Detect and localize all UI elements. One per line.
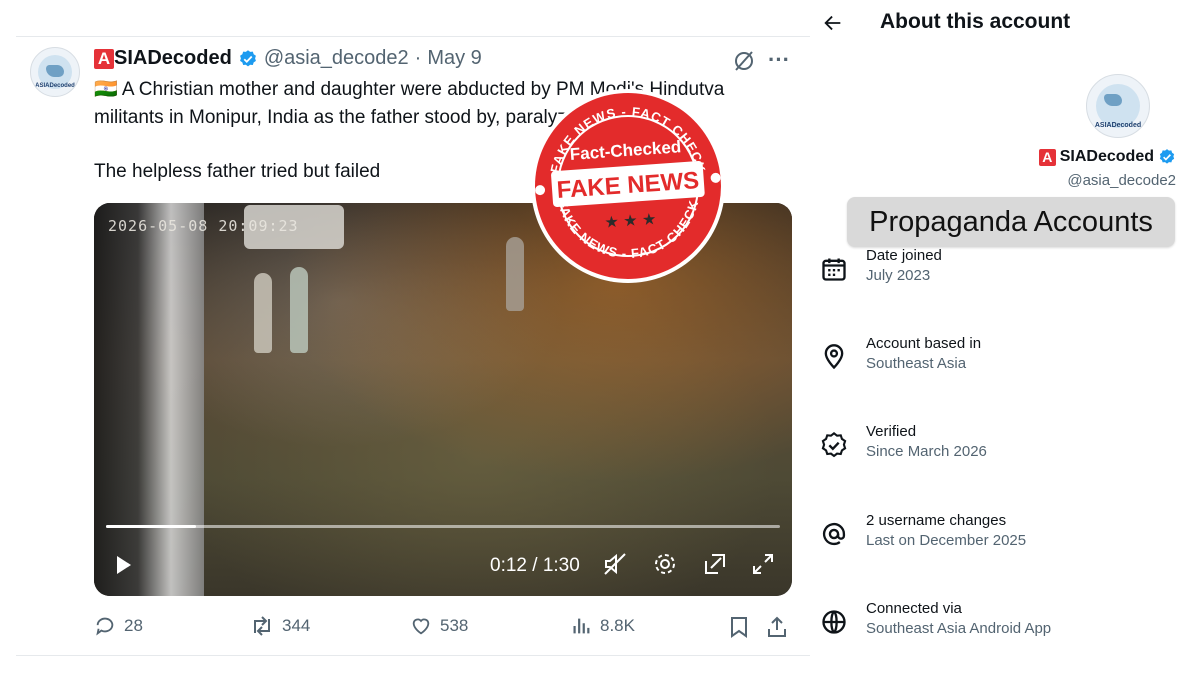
info-title: 2 username changes — [866, 512, 1007, 529]
view-count: 8.8K — [600, 616, 635, 635]
tweet-header: A SIADecoded @asia_decode2 · May 9 — [94, 47, 482, 70]
info-title: Connected via — [866, 600, 962, 617]
india-flag-icon: 🇮🇳 — [94, 79, 118, 100]
info-value: Southeast Asia — [866, 355, 967, 372]
propaganda-label: Propaganda Accounts — [847, 197, 1175, 247]
calendar-icon — [822, 258, 846, 281]
stamp-stars-icon: ★ ★ ★ — [604, 211, 657, 232]
settings-icon[interactable] — [652, 551, 678, 577]
info-value: Southeast Asia Android App — [866, 620, 1052, 637]
video-person — [290, 267, 308, 353]
handle[interactable]: @asia_decode2 — [264, 47, 409, 70]
repost-icon — [254, 616, 270, 636]
panel-name-row: A SIADecoded — [1038, 148, 1176, 166]
video-time-readout: 0:12 / 1:30 — [490, 555, 580, 576]
cctv-timestamp: 2026-05-08 20:09:23 — [108, 217, 299, 235]
avatar[interactable]: ASIADecoded — [30, 47, 80, 97]
video-person — [254, 273, 272, 353]
verified-badge-icon — [239, 49, 256, 66]
info-row-verified: Verified Since March 2026 — [820, 423, 987, 460]
location-pin-icon — [824, 344, 844, 370]
separator-dot: · — [414, 47, 422, 69]
video-wall — [94, 203, 204, 596]
info-row-connected-via: Connected via Southeast Asia Android App — [820, 600, 1051, 637]
tweet-actions: 28 344 538 8.8K — [94, 615, 794, 639]
reply-count: 28 — [124, 616, 143, 635]
brand-logo-icon: A — [1038, 148, 1056, 166]
like-count: 538 — [440, 616, 469, 635]
at-sign-icon — [822, 522, 846, 546]
heart-icon — [412, 618, 430, 635]
fake-news-stamp: FAKE NEWS - FACT CHECK FAKE NEWS - FACT … — [531, 89, 725, 283]
like-button[interactable]: 538 — [410, 615, 468, 637]
bookmark-icon[interactable] — [728, 615, 750, 639]
video-person — [506, 237, 524, 311]
reply-button[interactable]: 28 — [94, 615, 143, 637]
fullscreen-icon[interactable] — [750, 551, 776, 577]
share-icon[interactable] — [766, 615, 788, 639]
info-row-username-changes: 2 username changes Last on December 2025 — [820, 512, 1026, 549]
globe-outline-icon — [822, 610, 846, 634]
repost-button[interactable]: 344 — [250, 615, 310, 637]
panel-handle: @asia_decode2 — [1067, 172, 1176, 189]
mute-icon[interactable] — [602, 551, 628, 577]
info-title: Account based in — [866, 335, 982, 352]
play-icon[interactable] — [114, 553, 134, 577]
info-value: July 2023 — [866, 267, 931, 284]
more-options-icon[interactable]: ··· — [768, 47, 790, 73]
verified-badge-icon — [1159, 149, 1175, 164]
info-row-account-based: Account based in Southeast Asia — [820, 335, 981, 372]
panel-avatar[interactable]: ASIADecoded — [1086, 74, 1150, 138]
panel-display-name: SIADecoded — [1059, 148, 1154, 165]
display-name[interactable]: SIADecoded — [114, 47, 232, 70]
panel-title: About this account — [880, 10, 1071, 33]
verified-outline-icon — [821, 432, 847, 458]
about-account-panel: About this account ASIADecoded A SIADeco… — [812, 0, 1200, 675]
video-progress-bar[interactable] — [106, 525, 780, 528]
reply-icon — [96, 617, 114, 636]
brand-logo-icon: A — [94, 48, 114, 69]
info-value: Since March 2026 — [866, 443, 987, 460]
info-title: Verified — [866, 423, 917, 440]
grok-icon[interactable] — [732, 49, 756, 73]
panel-avatar-caption: ASIADecoded — [1094, 122, 1142, 129]
info-title: Date joined — [866, 247, 942, 264]
picture-in-picture-icon[interactable] — [702, 551, 728, 577]
info-row-date-joined: Date joined July 2023 — [820, 247, 942, 284]
avatar-caption: ASIADecoded — [35, 83, 75, 89]
back-arrow-icon[interactable] — [822, 12, 844, 34]
views-button[interactable]: 8.8K — [570, 615, 635, 637]
repost-count: 344 — [282, 616, 311, 635]
analytics-icon — [573, 618, 590, 634]
info-value: Last on December 2025 — [866, 532, 1027, 549]
video-progress-fill — [106, 525, 196, 528]
tweet-date[interactable]: May 9 — [427, 47, 481, 70]
